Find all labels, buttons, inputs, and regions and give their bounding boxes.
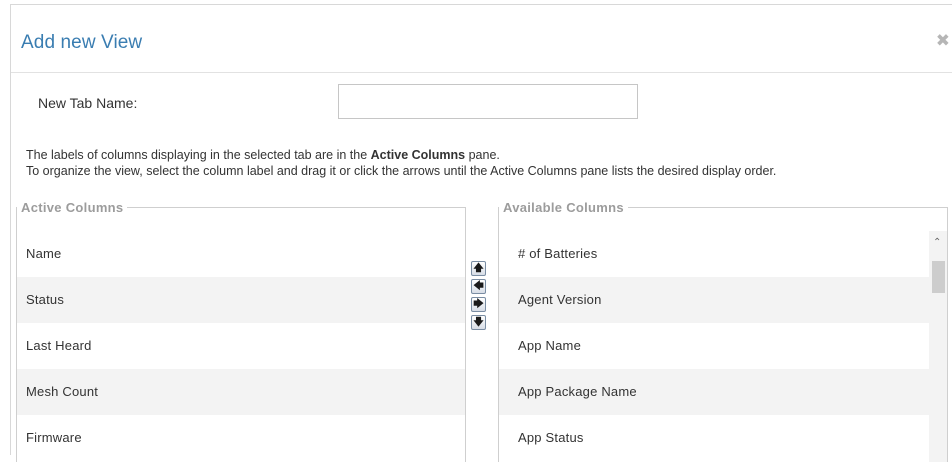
tab-name-label: New Tab Name: bbox=[38, 95, 138, 111]
available-column-item[interactable]: Agent Version bbox=[499, 277, 929, 323]
available-column-item[interactable]: App Name bbox=[499, 323, 929, 369]
available-column-item[interactable]: # of Batteries bbox=[499, 231, 929, 277]
move-arrows: 🡅 🡄 🡆 🡇 bbox=[471, 261, 487, 333]
active-column-item[interactable]: Status bbox=[17, 277, 465, 323]
available-column-item[interactable]: App Status bbox=[499, 415, 929, 461]
active-columns-legend: Active Columns bbox=[21, 200, 124, 215]
instructions: The labels of columns displaying in the … bbox=[26, 148, 948, 179]
close-icon[interactable]: ✖ bbox=[936, 31, 950, 51]
available-columns-legend: Available Columns bbox=[503, 200, 624, 215]
tab-name-input[interactable] bbox=[338, 84, 638, 119]
available-columns-pane: Available Columns # of Batteries Agent V… bbox=[498, 200, 948, 462]
arrow-left-icon[interactable]: 🡄 bbox=[471, 279, 486, 294]
arrow-up-icon[interactable]: 🡅 bbox=[471, 261, 486, 276]
instructions-line1-suffix: pane. bbox=[465, 148, 500, 162]
scroll-thumb[interactable] bbox=[932, 261, 945, 293]
arrow-down-icon[interactable]: 🡇 bbox=[471, 315, 486, 330]
active-column-item[interactable]: Last Heard bbox=[17, 323, 465, 369]
dialog-header: Add new View ✖ bbox=[11, 5, 952, 73]
active-column-item[interactable]: Firmware bbox=[17, 415, 465, 461]
instructions-line2: To organize the view, select the column … bbox=[26, 163, 777, 178]
scroll-up-icon[interactable]: ⌃ bbox=[933, 237, 941, 248]
instructions-line1-bold: Active Columns bbox=[370, 148, 466, 162]
active-columns-pane: Active Columns Name Status Last Heard Me… bbox=[16, 200, 466, 462]
arrow-right-icon[interactable]: 🡆 bbox=[471, 297, 486, 312]
available-columns-list: # of Batteries Agent Version App Name Ap… bbox=[499, 231, 929, 462]
active-column-item[interactable]: Mesh Count bbox=[17, 369, 465, 415]
active-column-item[interactable]: Name bbox=[17, 231, 465, 277]
dialog-title: Add new View bbox=[21, 32, 143, 53]
available-column-item[interactable]: App Package Name bbox=[499, 369, 929, 415]
instructions-line1-prefix: The labels of columns displaying in the … bbox=[26, 148, 371, 162]
scrollbar[interactable]: ⌃ bbox=[929, 231, 947, 462]
add-view-dialog: Add new View ✖ New Tab Name: The labels … bbox=[10, 4, 952, 462]
active-columns-list: Name Status Last Heard Mesh Count Firmwa… bbox=[17, 231, 465, 462]
